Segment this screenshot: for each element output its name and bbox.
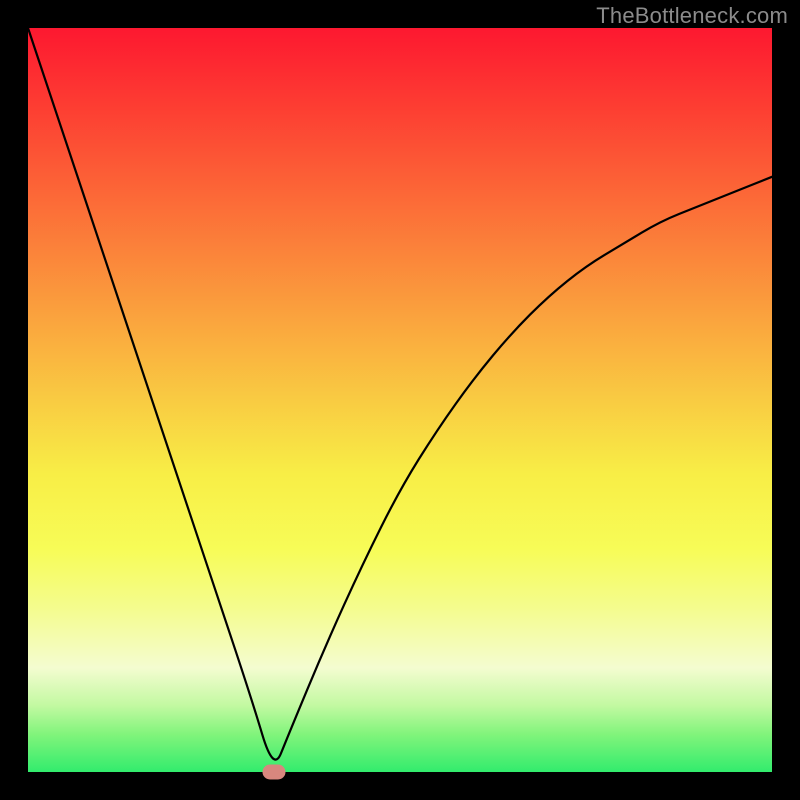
- watermark-text: TheBottleneck.com: [596, 3, 788, 29]
- optimum-marker: [262, 765, 285, 780]
- plot-area: [28, 28, 772, 772]
- curve-svg: [28, 28, 772, 772]
- bottleneck-curve-line: [28, 28, 772, 760]
- chart-frame: TheBottleneck.com: [0, 0, 800, 800]
